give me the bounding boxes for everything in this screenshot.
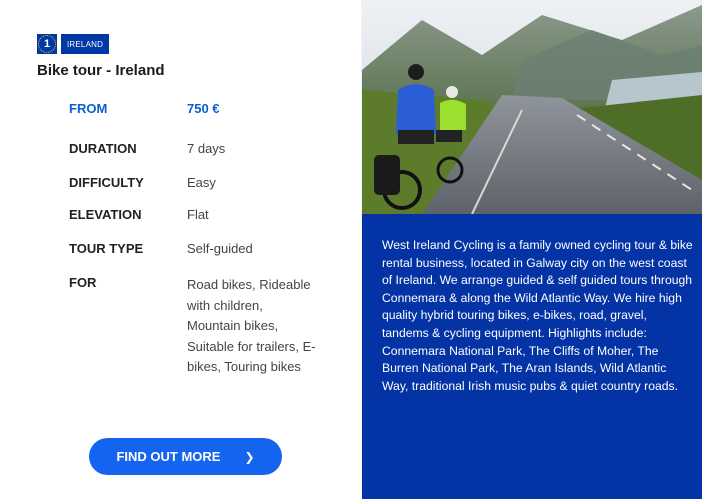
cycling-photo-illustration xyxy=(362,0,702,214)
spec-row-tour-type: TOUR TYPE Self-guided xyxy=(69,241,329,256)
find-out-more-button[interactable]: FIND OUT MORE ❯ xyxy=(89,438,282,475)
spec-key: TOUR TYPE xyxy=(69,241,144,256)
spec-row-duration: DURATION 7 days xyxy=(69,141,329,156)
tour-info-card: 1 IRELAND Bike tour - Ireland FROM 750 €… xyxy=(0,0,361,499)
tour-photo xyxy=(362,0,702,214)
tour-description: West Ireland Cycling is a family owned c… xyxy=(382,238,693,393)
find-out-more-label: FIND OUT MORE xyxy=(116,449,221,464)
spec-key: ELEVATION xyxy=(69,207,142,222)
spec-value: Road bikes, Rideable with children, Moun… xyxy=(187,277,316,374)
spec-key: FROM xyxy=(69,101,108,116)
eu-flag-icon: 1 xyxy=(37,34,57,54)
spec-key: FOR xyxy=(69,275,97,290)
country-badge: IRELAND xyxy=(61,34,110,54)
spec-row-elevation: ELEVATION Flat xyxy=(69,207,329,222)
badge-row: 1 IRELAND xyxy=(37,34,110,54)
spec-key: DURATION xyxy=(69,141,137,156)
spec-key: DIFFICULTY xyxy=(69,175,144,190)
spec-value: 7 days xyxy=(187,141,226,156)
tour-title: Bike tour - Ireland xyxy=(37,62,165,79)
spec-value: Self-guided xyxy=(187,241,253,256)
spec-row-difficulty: DIFFICULTY Easy xyxy=(69,175,329,190)
spec-value: 750 € xyxy=(187,101,220,116)
spec-row-from: FROM 750 € xyxy=(69,101,329,116)
spec-row-for: FOR Road bikes, Rideable with children, … xyxy=(69,275,329,378)
description-panel: West Ireland Cycling is a family owned c… xyxy=(362,214,702,499)
badge-number: 1 xyxy=(43,38,51,50)
spec-value: Flat xyxy=(187,207,209,222)
chevron-right-icon: ❯ xyxy=(244,449,255,464)
spec-value: Easy xyxy=(187,175,216,190)
